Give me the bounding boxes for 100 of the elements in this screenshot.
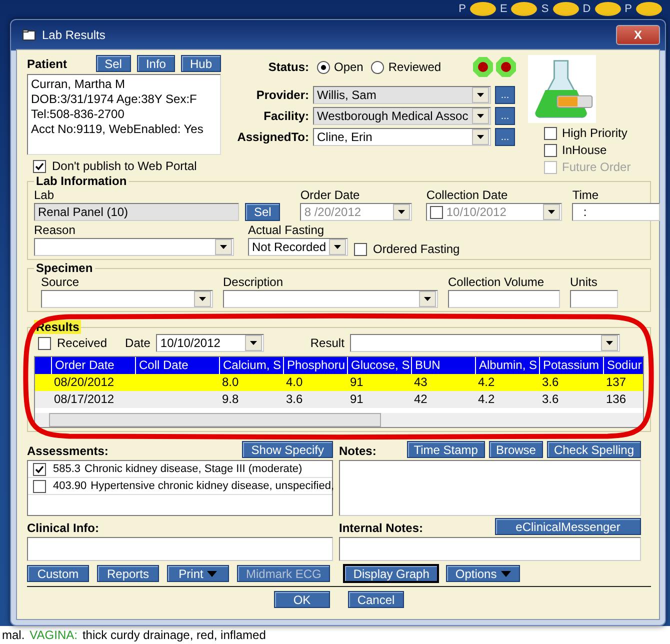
dialog-button[interactable]: Cancel — [348, 591, 404, 608]
field-label: Time — [572, 188, 600, 202]
table-cell-text: 4.2 — [477, 391, 496, 408]
column-header[interactable]: Albumin, S — [476, 357, 540, 374]
notes-button[interactable]: Check Spelling — [546, 441, 641, 458]
count-badge — [511, 2, 538, 16]
notes-button[interactable]: Time Stamp — [406, 441, 485, 458]
dropdown-field[interactable] — [223, 290, 438, 308]
field-label: Collection Date — [426, 188, 509, 202]
section-label: Internal Notes: — [339, 521, 424, 535]
browse-button[interactable]: ... — [495, 107, 515, 125]
section-label: Clinical Info: — [27, 521, 99, 535]
checkbox[interactable] — [544, 144, 557, 156]
browse-button[interactable]: ... — [495, 86, 515, 104]
dropdown-arrow-icon — [424, 297, 431, 301]
checkbox-label: Ordered Fasting — [373, 242, 460, 256]
lab-field[interactable]: Renal Panel (10) — [34, 203, 239, 221]
dropdown-arrow-icon — [477, 135, 484, 139]
notes-field[interactable] — [339, 460, 641, 516]
checkbox[interactable] — [430, 206, 444, 218]
status-label: Status: — [267, 60, 309, 74]
field-label: Order Date — [300, 188, 361, 202]
checkbox[interactable] — [33, 160, 46, 172]
table-cell-text: 08/17/2012 — [53, 391, 116, 408]
text-field[interactable] — [570, 290, 618, 308]
field-label: Provider: — [255, 88, 309, 102]
checkbox-label: InHouse — [562, 143, 607, 157]
date-field[interactable]: 10/10/2012 — [156, 334, 264, 352]
time-field[interactable]: : — [572, 203, 660, 221]
dropdown-arrow-icon — [477, 114, 484, 118]
table-cell-text: 3.6 — [541, 374, 560, 391]
toolbar-button[interactable]: Custom — [27, 565, 89, 582]
patient-button[interactable]: Hub — [180, 55, 221, 72]
table-cell-text: 8.0 — [221, 374, 240, 391]
text-field[interactable] — [448, 290, 560, 308]
table-cell-text: 42 — [413, 391, 428, 408]
table-row[interactable]: 08/17/2012 9.8 3.6 91 42 4.2 3.6 136 — [35, 391, 643, 408]
select-button[interactable]: Sel — [245, 203, 280, 221]
reason-dropdown[interactable] — [34, 238, 234, 256]
toolbar-letter: S — [541, 2, 549, 16]
table-cell-text: 3.6 — [541, 391, 560, 408]
alert-light-icon — [473, 57, 493, 77]
dropdown-field[interactable]: Westborough Medical Assoc — [313, 107, 491, 125]
toolbar-button[interactable]: Display Graph — [344, 565, 438, 582]
internal-notes-field[interactable] — [339, 537, 641, 561]
close-button[interactable]: X — [616, 24, 660, 44]
browse-button[interactable]: ... — [495, 128, 515, 146]
table-cell-text: 3.6 — [285, 391, 304, 408]
toolbar-button[interactable]: Reports — [97, 565, 159, 582]
patient-button[interactable]: Info — [136, 55, 175, 72]
assessment-code: 403.90 — [53, 480, 87, 492]
dropdown-arrow-icon — [398, 210, 406, 214]
caret-icon — [207, 570, 218, 576]
radio-button[interactable] — [371, 60, 384, 74]
flask-icon — [528, 55, 596, 123]
field-label: Source — [41, 275, 80, 289]
checkbox[interactable] — [33, 480, 46, 492]
date-field[interactable]: 10/10/2012 — [426, 203, 562, 221]
table-cell-text: 08/20/2012 — [53, 374, 116, 391]
window-title: Lab Results — [42, 28, 106, 42]
checkbox[interactable] — [38, 336, 51, 350]
dropdown-field[interactable] — [41, 290, 213, 308]
notes-button[interactable]: Browse — [488, 441, 543, 458]
patient-button[interactable]: Sel — [96, 55, 131, 72]
checkbox[interactable] — [354, 242, 367, 256]
dropdown-field[interactable]: Willis, Sam — [313, 86, 491, 104]
radio-label: Reviewed — [388, 60, 442, 74]
table-row[interactable]: 08/20/2012 8.0 4.0 91 43 4.2 3.6 137 — [35, 374, 643, 391]
checkbox-label: Received — [57, 336, 108, 350]
table-cell-text: 4.0 — [285, 374, 304, 391]
fasting-dropdown[interactable]: Not Recorded — [248, 238, 348, 256]
radio-button[interactable] — [317, 60, 330, 74]
checkbox-label: High Priority — [562, 126, 628, 140]
messenger-button[interactable]: eClinicalMessenger — [495, 518, 641, 535]
patient-label: Patient — [27, 56, 68, 70]
table-cell-text: 91 — [349, 374, 364, 391]
checkbox-label: Future Order — [562, 160, 631, 174]
dropdown-field[interactable]: Cline, Erin — [313, 128, 491, 146]
toolbar-button[interactable]: Print — [167, 565, 229, 582]
clinical-info-field[interactable] — [27, 537, 333, 561]
dropdown-arrow-icon — [334, 245, 341, 249]
result-dropdown[interactable] — [350, 334, 620, 352]
toolbar-letter: P — [458, 2, 466, 16]
field-label: Facility: — [262, 109, 309, 123]
toolbar-button[interactable]: Options — [446, 565, 520, 582]
field-label: AssignedTo: — [236, 130, 309, 144]
field-label: Actual Fasting — [248, 223, 326, 237]
dialog-button[interactable]: OK — [274, 591, 330, 608]
checkbox[interactable] — [33, 462, 46, 476]
patient-info-line: Acct No:9119, WebEnabled: Yes — [31, 122, 204, 137]
assessment-text: Hypertensive chronic kidney disease, unspecified, — [90, 480, 334, 492]
note-text: VAGINA: — [30, 628, 78, 642]
field-label: Date — [125, 336, 150, 350]
show-specify-button[interactable]: Show Specify — [242, 441, 333, 458]
checkbox[interactable] — [544, 126, 557, 140]
field-label: Lab — [34, 188, 56, 202]
horizontal-scrollbar[interactable] — [35, 413, 643, 427]
radio-label: Open — [334, 60, 364, 74]
table-cell-text: 136 — [605, 391, 628, 408]
checkbox-label: Don't publish to Web Portal — [52, 159, 197, 173]
